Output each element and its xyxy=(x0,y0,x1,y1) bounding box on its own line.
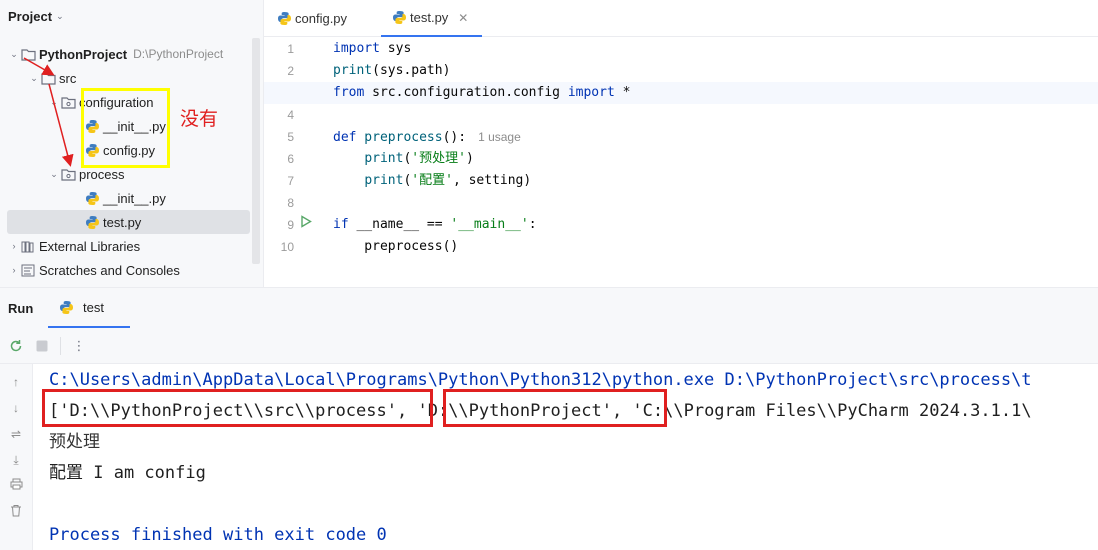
python-file-icon xyxy=(58,299,74,315)
arrow-down-icon[interactable]: ↓ xyxy=(8,400,24,416)
editor-gutter: 1 2 3 4 5 6 7 8 9 10 xyxy=(264,38,330,287)
console-output-line: 预处理 xyxy=(49,432,100,452)
run-side-toolbar: ↑ ↓ ⇌ ⤓ xyxy=(0,364,33,550)
tab-label: config.py xyxy=(295,11,348,26)
run-header: Run test xyxy=(0,288,1098,328)
code-line-9: if __name__ == '__main__': xyxy=(333,217,537,232)
scroll-to-end-icon[interactable]: ⤓ xyxy=(8,452,24,468)
line-number: 1 xyxy=(287,42,294,56)
code-line-1: import sys xyxy=(333,41,412,56)
usage-hint[interactable]: 1 usage xyxy=(478,130,521,144)
tab-label: test.py xyxy=(410,10,449,25)
tab-test-py[interactable]: test.py ✕ xyxy=(381,0,482,37)
annotation-arrow xyxy=(48,83,74,167)
rerun-icon[interactable] xyxy=(8,338,24,354)
code-line-7: print('配置', setting) xyxy=(364,173,532,188)
annotation-yellow-box xyxy=(81,88,170,168)
line-number: 6 xyxy=(287,152,294,166)
line-number: 5 xyxy=(287,130,294,144)
code-line-3: from src.configuration.config import * xyxy=(264,82,1098,104)
line-number: 4 xyxy=(287,108,294,122)
annotation-red-box xyxy=(443,389,667,427)
tab-config-py[interactable]: config.py xyxy=(276,0,347,37)
console-exit-line: Process finished with exit code 0 xyxy=(49,525,387,545)
line-number: 8 xyxy=(287,196,294,210)
toolbar-divider xyxy=(60,336,61,355)
run-tab-label: test xyxy=(83,299,104,315)
code-line-10: preprocess() xyxy=(333,239,459,254)
soft-wrap-icon[interactable]: ⇌ xyxy=(8,426,24,442)
python-file-icon xyxy=(276,11,292,27)
annotation-red-box xyxy=(42,389,433,427)
run-toolbar: ⋮ xyxy=(0,328,1098,364)
close-icon[interactable]: ✕ xyxy=(458,11,468,25)
arrow-up-icon[interactable]: ↑ xyxy=(8,374,24,390)
more-options-icon[interactable]: ⋮ xyxy=(71,338,87,354)
annotation-arrow xyxy=(23,57,55,76)
line-number: 9 xyxy=(287,218,294,232)
editor: config.py test.py ✕ 1 2 3 4 5 6 7 8 9 10… xyxy=(263,0,1098,287)
run-gutter-icon[interactable] xyxy=(300,214,312,236)
stop-icon[interactable] xyxy=(34,338,50,354)
code-line-5: def preprocess(): 1 usage xyxy=(333,130,521,145)
line-number: 2 xyxy=(287,64,294,78)
run-tab-test[interactable]: test xyxy=(48,288,130,328)
print-icon[interactable] xyxy=(8,478,24,494)
editor-tab-bar: config.py test.py ✕ xyxy=(264,0,1098,37)
trash-icon[interactable] xyxy=(8,504,24,520)
code-line-2: print(sys.path) xyxy=(333,63,451,78)
run-title: Run xyxy=(8,301,34,316)
line-number: 10 xyxy=(280,240,294,254)
console-output-line: 配置 I am config xyxy=(49,463,206,483)
python-file-icon xyxy=(391,10,407,26)
code-line-6: print('预处理') xyxy=(364,151,474,166)
line-number: 7 xyxy=(287,174,294,188)
annotation-text: 没有 xyxy=(180,108,219,130)
